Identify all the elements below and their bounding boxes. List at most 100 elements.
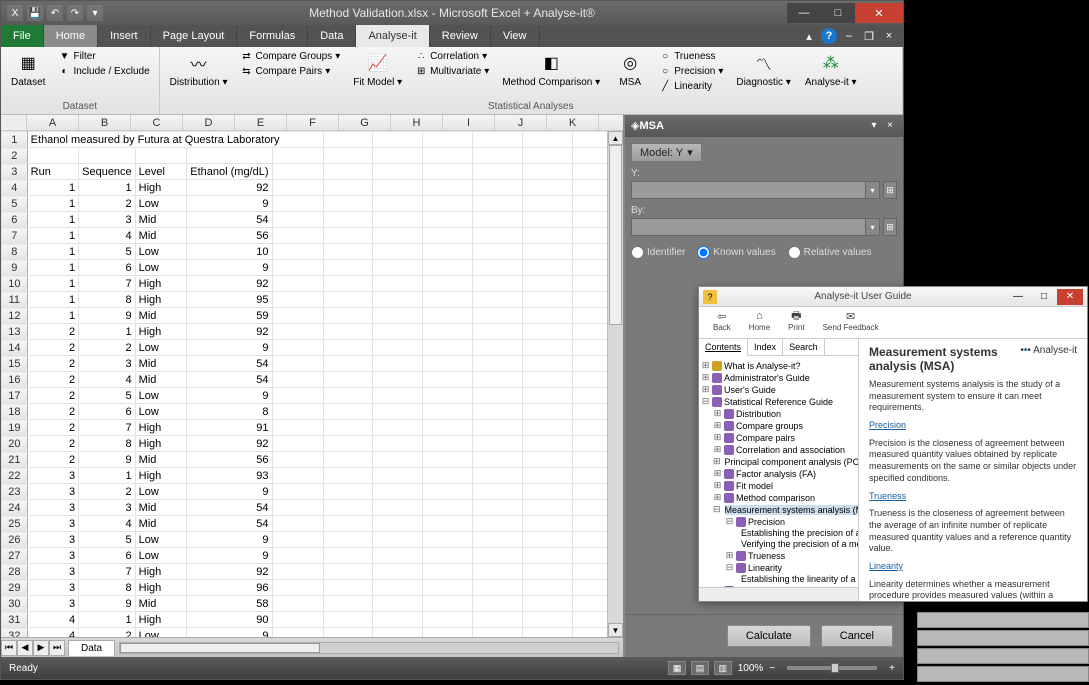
method-comparison-button[interactable]: ◧Method Comparison ▾ <box>498 49 604 90</box>
view-pagelayout-icon[interactable]: ▤ <box>691 661 709 675</box>
save-icon[interactable]: 💾 <box>27 5 43 21</box>
tree-node[interactable]: ⊞Method comparison <box>701 492 856 504</box>
select-all-corner[interactable] <box>1 115 27 130</box>
help-print-button[interactable]: 🖶Print <box>788 309 804 336</box>
close-button[interactable]: ✕ <box>855 3 903 23</box>
sheet-nav-first-icon[interactable]: ⏮ <box>1 640 17 656</box>
col-header[interactable]: G <box>339 115 391 130</box>
tree-node[interactable]: ⊞Correlation and association <box>701 444 856 456</box>
tree-node[interactable]: Verifying the precision of a measure... <box>701 539 856 550</box>
col-header[interactable]: D <box>183 115 235 130</box>
doc-minimize-icon[interactable]: – <box>841 28 857 44</box>
col-header[interactable]: H <box>391 115 443 130</box>
help-back-button[interactable]: ⇦Back <box>713 309 731 336</box>
help-home-button[interactable]: ⌂Home <box>749 309 770 336</box>
trueness-button[interactable]: ○Trueness <box>656 49 726 63</box>
vertical-scrollbar[interactable]: ▲ ▼ <box>607 131 623 637</box>
tree-node[interactable]: ⊟Precision <box>701 516 856 528</box>
fit-model-button[interactable]: 📈Fit Model ▾ <box>349 49 406 90</box>
sheet-tab-data[interactable]: Data <box>68 640 115 656</box>
help-icon[interactable]: ? <box>821 28 837 44</box>
hscroll-thumb[interactable] <box>120 643 320 653</box>
tree-node[interactable]: Establishing the linearity of a meas... <box>701 574 856 585</box>
tree-node[interactable]: ⊞User's Guide <box>701 384 856 396</box>
diagnostic-button[interactable]: 〽Diagnostic ▾ <box>732 49 795 90</box>
col-header[interactable]: B <box>79 115 131 130</box>
y-dropdown-icon[interactable]: ▾ <box>866 181 880 199</box>
help-close-button[interactable]: ✕ <box>1057 289 1083 305</box>
redo-icon[interactable]: ↷ <box>67 5 83 21</box>
tab-pagelayout[interactable]: Page Layout <box>151 25 238 47</box>
help-minimize-button[interactable]: — <box>1005 289 1031 305</box>
help-feedback-button[interactable]: ✉Send Feedback <box>823 309 879 336</box>
help-tab-contents[interactable]: Contents <box>699 339 748 356</box>
zoom-level[interactable]: 100% <box>738 663 764 674</box>
zoom-slider[interactable] <box>787 666 877 670</box>
col-header[interactable]: C <box>131 115 183 130</box>
help-tab-search[interactable]: Search <box>783 339 825 355</box>
help-tree-hscroll[interactable] <box>699 587 858 601</box>
cancel-button[interactable]: Cancel <box>821 625 893 647</box>
tree-node[interactable]: ⊞Administrator's Guide <box>701 372 856 384</box>
taskpane-close-icon[interactable]: × <box>883 119 897 133</box>
tab-view[interactable]: View <box>491 25 540 47</box>
distribution-button[interactable]: 〰Distribution ▾ <box>166 49 232 90</box>
tab-file[interactable]: File <box>1 25 44 47</box>
compare-pairs-button[interactable]: ⇆Compare Pairs ▾ <box>237 64 343 78</box>
col-header[interactable]: A <box>27 115 79 130</box>
compare-groups-button[interactable]: ⇄Compare Groups ▾ <box>237 49 343 63</box>
scroll-up-icon[interactable]: ▲ <box>608 131 623 145</box>
multivariate-button[interactable]: ⊞Multivariate ▾ <box>412 64 492 78</box>
tab-insert[interactable]: Insert <box>98 25 151 47</box>
correlation-button[interactable]: ∴Correlation ▾ <box>412 49 492 63</box>
filter-button[interactable]: ▼Filter <box>55 49 152 63</box>
tree-node[interactable]: ⊞Distribution <box>701 408 856 420</box>
tree-node[interactable]: ⊞Fit model <box>701 480 856 492</box>
tab-home[interactable]: Home <box>44 25 98 47</box>
y-input[interactable] <box>631 181 866 199</box>
minimize-button[interactable]: — <box>787 3 821 23</box>
col-header[interactable]: E <box>235 115 287 130</box>
qat-dropdown-icon[interactable]: ▾ <box>87 5 103 21</box>
tree-node[interactable]: ⊟Measurement systems analysis (MSA) <box>701 504 856 516</box>
zoom-thumb[interactable] <box>831 663 839 673</box>
help-titlebar[interactable]: ? Analyse-it User Guide — □ ✕ <box>699 287 1087 307</box>
help-link-trueness[interactable]: Trueness <box>869 491 906 501</box>
tree-node[interactable]: ⊞Compare groups <box>701 420 856 432</box>
sheet-nav-last-icon[interactable]: ⏭ <box>49 640 65 656</box>
by-dropdown-icon[interactable]: ▾ <box>866 218 880 236</box>
col-header[interactable]: F <box>287 115 339 130</box>
tab-formulas[interactable]: Formulas <box>237 25 308 47</box>
view-pagebreak-icon[interactable]: ▥ <box>714 661 732 675</box>
linearity-button[interactable]: ╱Linearity <box>656 79 726 93</box>
by-input[interactable] <box>631 218 866 236</box>
undo-icon[interactable]: ↶ <box>47 5 63 21</box>
relative-values-radio[interactable]: Relative values <box>788 246 872 259</box>
dataset-button[interactable]: ▦ Dataset <box>7 49 49 90</box>
col-header[interactable]: K <box>547 115 599 130</box>
ribbon-minimize-icon[interactable]: ▴ <box>801 28 817 44</box>
precision-button[interactable]: ○Precision ▾ <box>656 64 726 78</box>
doc-restore-icon[interactable]: ❐ <box>861 28 877 44</box>
tree-node[interactable]: ⊞Principal component analysis (PCA) <box>701 456 856 468</box>
col-header[interactable]: J <box>495 115 547 130</box>
help-link-linearity[interactable]: Linearity <box>869 561 903 571</box>
tree-node[interactable]: ⊞Trueness <box>701 550 856 562</box>
taskpane-dropdown-icon[interactable]: ▾ <box>867 119 881 133</box>
y-range-picker-icon[interactable]: ⊞ <box>883 181 897 199</box>
calculate-button[interactable]: Calculate <box>727 625 811 647</box>
zoom-out-icon[interactable]: − <box>769 663 775 674</box>
known-values-radio[interactable]: Known values <box>697 246 775 259</box>
col-header[interactable]: I <box>443 115 495 130</box>
model-dropdown[interactable]: Model: Y▾ <box>631 143 702 162</box>
tree-node[interactable]: Establishing the precision of a mea... <box>701 528 856 539</box>
tree-node[interactable]: ⊞Compare pairs <box>701 432 856 444</box>
sheet-nav-next-icon[interactable]: ▶ <box>33 640 49 656</box>
help-maximize-button[interactable]: □ <box>1031 289 1057 305</box>
scroll-down-icon[interactable]: ▼ <box>608 623 623 637</box>
tab-review[interactable]: Review <box>430 25 491 47</box>
help-link-precision[interactable]: Precision <box>869 420 906 430</box>
tree-node[interactable]: ⊞Factor analysis (FA) <box>701 468 856 480</box>
help-tab-index[interactable]: Index <box>748 339 783 355</box>
analyseit-menu-button[interactable]: ⁂Analyse-it ▾ <box>801 49 861 90</box>
